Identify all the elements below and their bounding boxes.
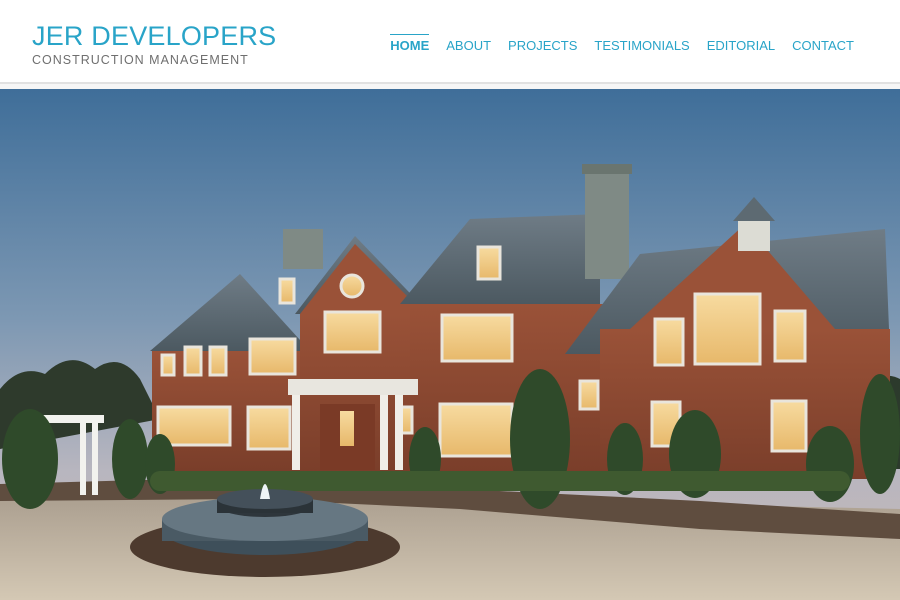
site-header: JER DEVELOPERS CONSTRUCTION MANAGEMENT H…: [0, 0, 900, 82]
nav-contact[interactable]: CONTACT: [792, 36, 854, 53]
nav-projects[interactable]: PROJECTS: [508, 36, 577, 53]
house-at-dusk-photo: [0, 89, 900, 600]
hero-image: [0, 89, 900, 600]
nav-testimonials[interactable]: TESTIMONIALS: [594, 36, 689, 53]
site-logo[interactable]: JER DEVELOPERS CONSTRUCTION MANAGEMENT: [32, 20, 276, 67]
nav-editorial[interactable]: EDITORIAL: [707, 36, 775, 53]
main-nav: HOME ABOUT PROJECTS TESTIMONIALS EDITORI…: [373, 34, 854, 53]
nav-home[interactable]: HOME: [390, 34, 430, 53]
brand-tagline: CONSTRUCTION MANAGEMENT: [32, 53, 249, 67]
brand-name[interactable]: JER DEVELOPERS: [32, 20, 276, 52]
nav-about[interactable]: ABOUT: [446, 36, 491, 53]
